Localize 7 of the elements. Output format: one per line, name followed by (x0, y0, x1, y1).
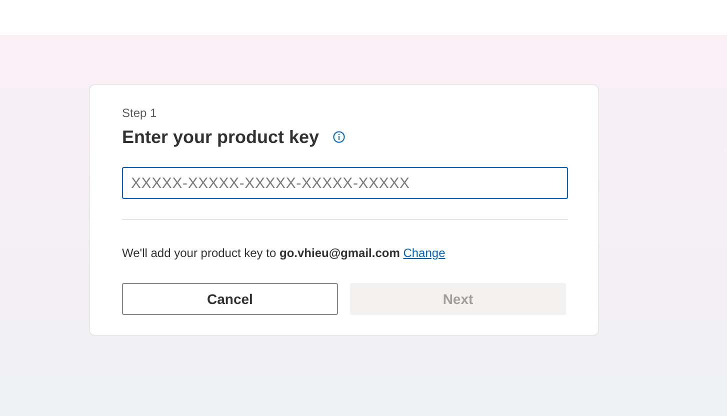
cancel-button[interactable]: Cancel (122, 283, 338, 315)
product-key-field[interactable]: XXXXX-XXXXX-XXXXX-XXXXX-XXXXX (122, 167, 568, 199)
dialog-title: Enter your product key (122, 126, 320, 149)
change-link[interactable]: Change (403, 246, 446, 260)
info-icon[interactable] (333, 131, 346, 143)
account-note: We'll add your product key to go.vhieu@gmail.com Change (122, 245, 446, 261)
step-label: Step 1 (122, 105, 158, 121)
